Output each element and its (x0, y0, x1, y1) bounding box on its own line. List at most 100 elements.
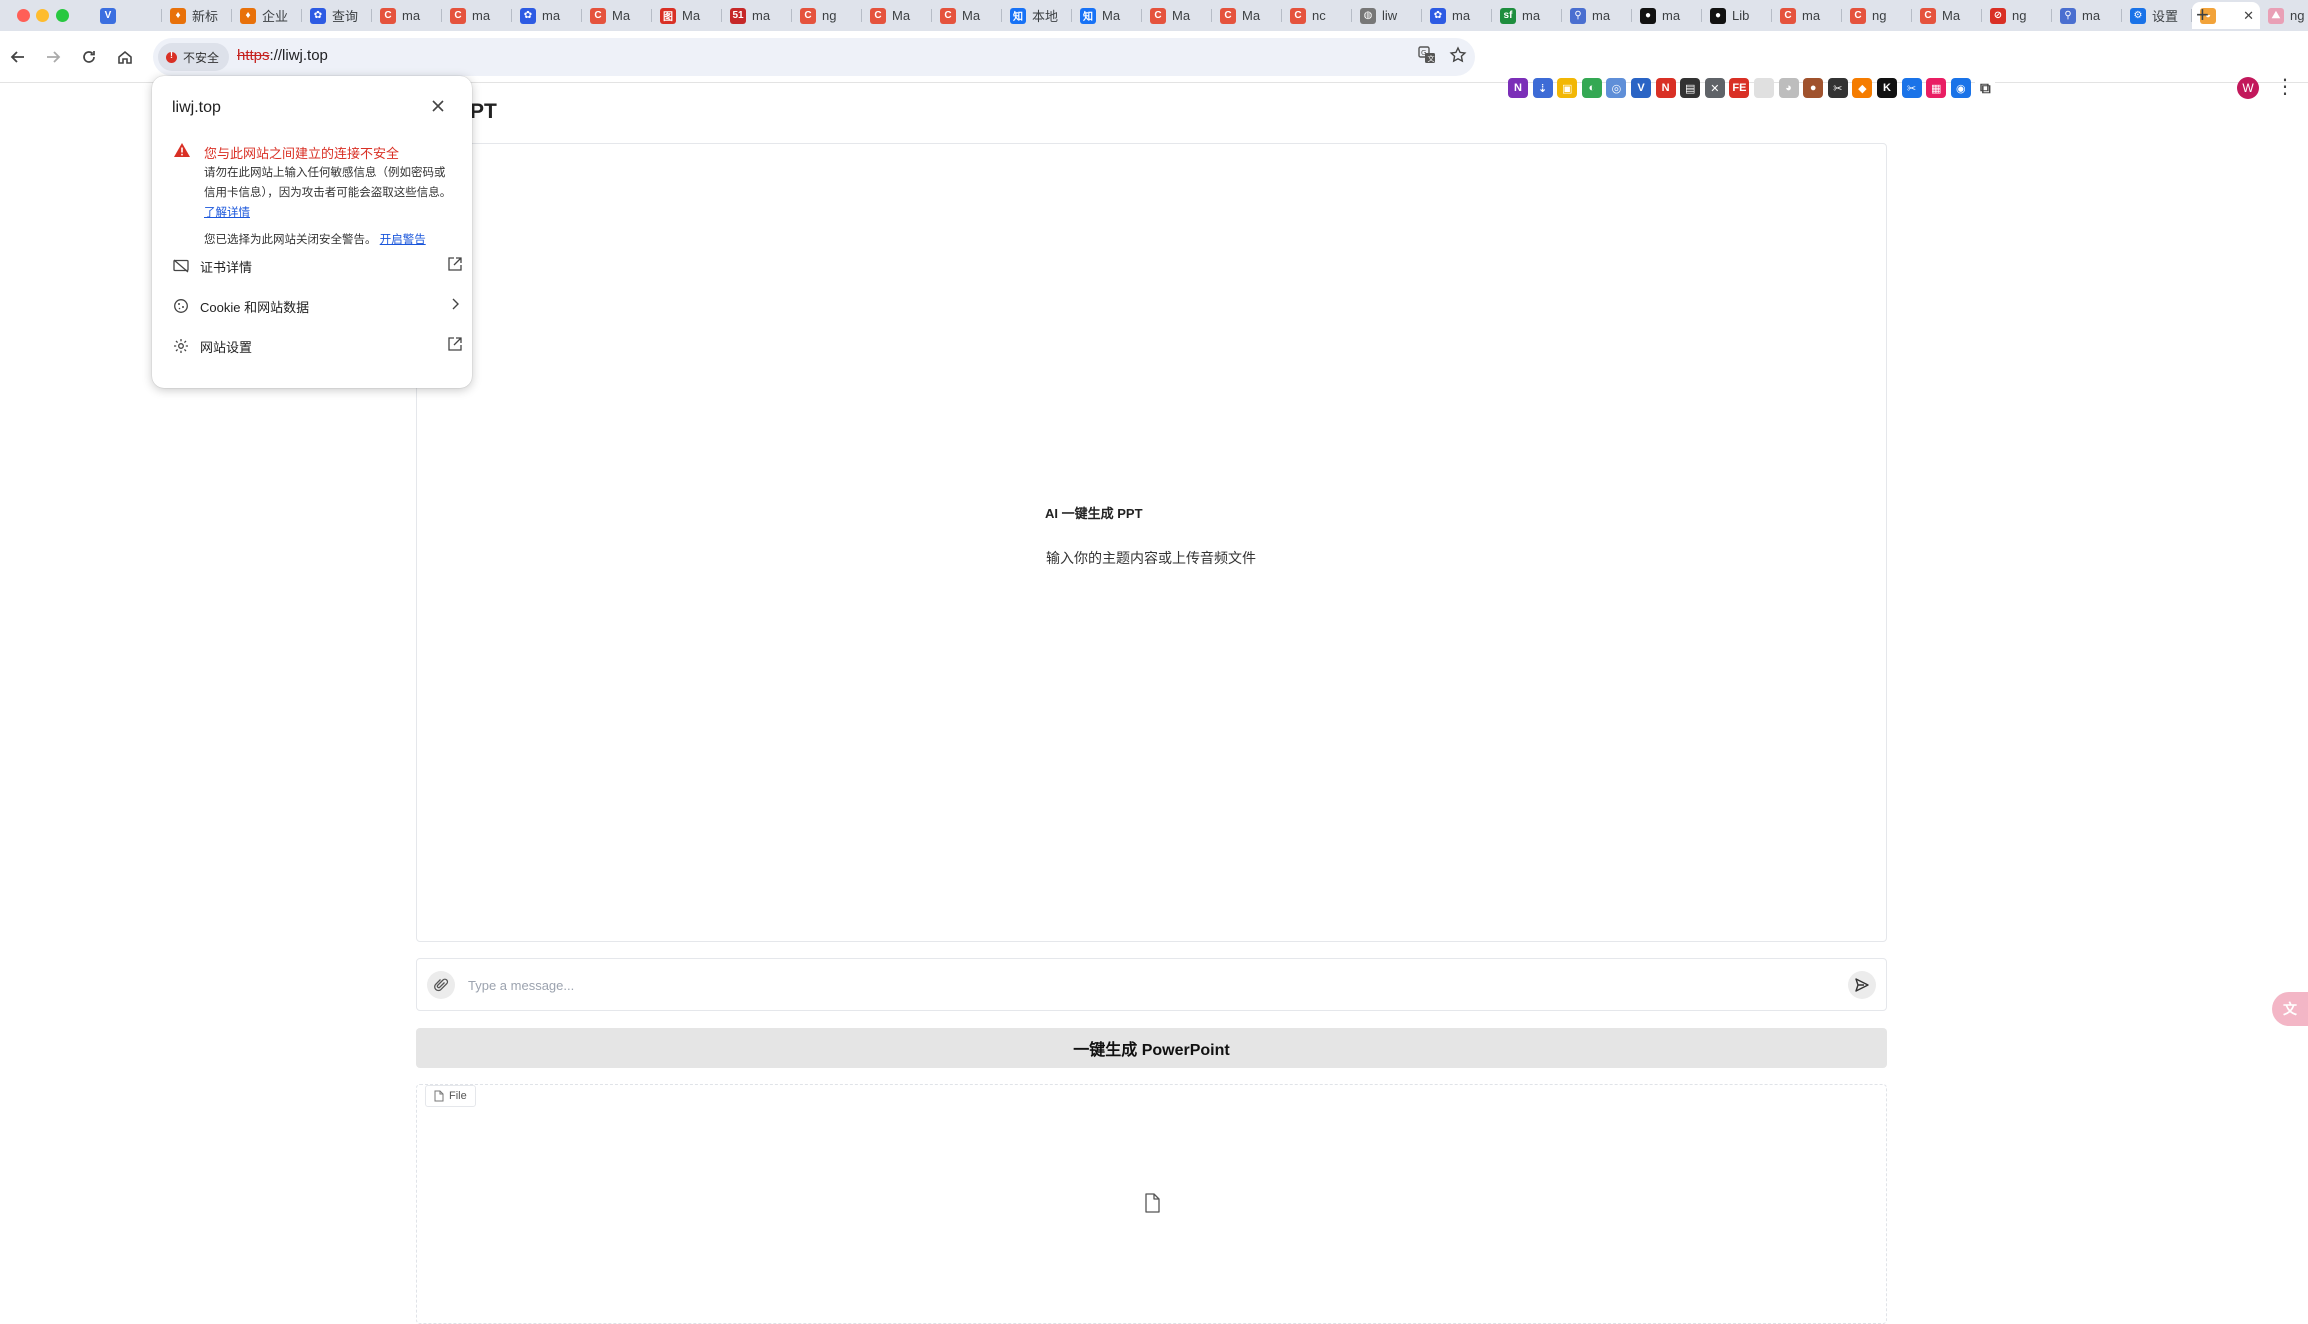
k-ext-icon[interactable]: K (1877, 78, 1897, 98)
send-button[interactable] (1848, 971, 1876, 999)
browser-tab[interactable]: Cma (442, 2, 512, 29)
browser-tab[interactable]: C Ma (582, 2, 652, 29)
file-upload-area[interactable]: File (416, 1084, 1887, 1324)
scissors-ext-icon[interactable]: ✂ (1827, 78, 1848, 98)
bookmark-star-icon[interactable] (1449, 46, 1467, 69)
color-ext-icon[interactable]: ◆ (1852, 78, 1873, 98)
browser-tab[interactable]: C Ma (1912, 2, 1982, 29)
url-text[interactable]: https://liwj.top (237, 47, 328, 64)
browser-tab[interactable]: ✿ 查询 (302, 2, 372, 29)
chatbot-panel (416, 143, 1887, 942)
tab-favicon-icon: V (100, 7, 116, 24)
x-ext-icon[interactable]: ✕ (1704, 78, 1725, 98)
browser-tab[interactable]: Cng (1842, 2, 1912, 29)
circle-ext-icon[interactable]: ◎ (1606, 78, 1627, 98)
extension-download-icon[interactable]: ⇣ (1532, 78, 1553, 98)
blank-ext-icon[interactable] (1754, 78, 1774, 98)
browser-tab[interactable]: ✿ ma (1422, 2, 1492, 29)
certificate-details-item[interactable]: 证书详情 (172, 252, 462, 280)
browser-tab[interactable]: ♦ 企业 (232, 2, 302, 29)
new-badge-ext-icon[interactable]: N (1655, 78, 1676, 98)
fe-ext-icon[interactable]: FE (1729, 78, 1750, 98)
warning-note-text: 您已选择为此网站关闭安全警告。 (204, 234, 377, 246)
window-minimize-button[interactable] (36, 9, 49, 22)
panda-ext-icon[interactable]: ◕ (1778, 78, 1799, 98)
new-tab-button[interactable]: + (2196, 3, 2209, 27)
message-bar (416, 958, 1887, 1011)
cookie-icon (172, 297, 190, 315)
address-bar[interactable]: 不安全 https://liwj.top G文 (153, 38, 1475, 76)
certificate-details-label: 证书详情 (200, 259, 253, 275)
onenote-icon[interactable]: N (1508, 78, 1528, 98)
tab-favicon-icon: ♦ (240, 7, 256, 24)
tab-favicon-icon: ♦ (170, 7, 186, 24)
tab-favicon-icon: 图 (660, 7, 676, 24)
browser-tab[interactable]: sf ma (1492, 2, 1562, 29)
browser-tab[interactable]: Cma (1772, 2, 1842, 29)
browser-tab[interactable]: ⊘ ng (1982, 2, 2052, 29)
browser-tab[interactable]: ⚲ ma (2052, 2, 2122, 29)
browser-tab[interactable]: 图 Ma (652, 2, 722, 29)
cookies-site-data-item[interactable]: Cookie 和网站数据 (172, 292, 462, 320)
home-button[interactable] (112, 44, 138, 70)
blue-ext-icon[interactable]: ◉ (1950, 78, 1971, 98)
reload-button[interactable] (76, 44, 102, 70)
tab-title: Ma (682, 8, 701, 23)
browser-tab[interactable]: V (92, 2, 162, 29)
cookie-ext-icon[interactable]: ● (1803, 78, 1824, 98)
profile-avatar[interactable]: W (2237, 77, 2259, 99)
browser-tab[interactable]: C Ma (1142, 2, 1212, 29)
forward-button[interactable] (40, 44, 66, 70)
browser-tab[interactable]: 知本地 (1002, 2, 1072, 29)
tab-title: ma (472, 8, 491, 23)
file-label-chip: File (425, 1085, 476, 1107)
browser-tab[interactable]: 知 Ma (1072, 2, 1142, 29)
enable-warnings-link[interactable]: 开启警告 (380, 234, 426, 246)
browser-tab[interactable]: ● ma (1632, 2, 1702, 29)
browser-tab[interactable]: ⚙ 设置 (2122, 2, 2192, 29)
vue-ext-icon[interactable]: V (1631, 78, 1651, 98)
notes-icon[interactable]: ▣ (1557, 78, 1578, 98)
svg-text:G: G (1421, 49, 1426, 57)
translate-icon[interactable]: G文 (1418, 46, 1436, 69)
tab-favicon-icon: ⛰ (2268, 7, 2284, 24)
chrome-ext-icon[interactable]: ◐ (1581, 78, 1602, 98)
tab-ext-icon[interactable]: ▤ (1680, 78, 1701, 98)
warning-title: 您与此网站之间建立的连接不安全 (204, 146, 400, 161)
browser-tab[interactable]: Cng (792, 2, 862, 29)
browser-tab[interactable]: C Ma (862, 2, 932, 29)
browser-tab[interactable]: ⛰ ng (2260, 2, 2308, 29)
tab-title: ng (2012, 8, 2027, 23)
browser-tab[interactable]: ✿ ma (512, 2, 582, 29)
puzzle-icon[interactable]: ⧉ (1975, 78, 1996, 98)
browser-tab[interactable]: ♦ 新标 (162, 2, 232, 29)
reload-icon (83, 51, 95, 63)
window-close-button[interactable] (17, 9, 30, 22)
browser-tab[interactable]: Cma (372, 2, 442, 29)
window-maximize-button[interactable] (56, 9, 69, 22)
browser-tab[interactable]: 51 ma (722, 2, 792, 29)
cut-ext-icon[interactable]: ✂ (1901, 78, 1922, 98)
tab-favicon-icon: 知 (1080, 7, 1096, 24)
message-input[interactable] (468, 972, 1818, 998)
browser-tab[interactable]: ● Lib (1702, 2, 1772, 29)
browser-tab[interactable]: ⚲ ma (1562, 2, 1632, 29)
translate-float-button[interactable]: 文 (2272, 992, 2308, 1026)
browser-menu-icon[interactable]: ⋮ (2275, 74, 2295, 99)
browser-tab[interactable]: C Ma (1212, 2, 1282, 29)
pink-ext-icon[interactable]: ▦ (1926, 78, 1947, 98)
browser-tab[interactable]: ◍ liw (1352, 2, 1422, 29)
send-icon (1855, 978, 1869, 992)
popup-close-button[interactable] (432, 96, 444, 117)
attach-button[interactable] (427, 971, 455, 999)
learn-more-link[interactable]: 了解详情 (204, 207, 250, 219)
tab-favicon-icon: ✿ (520, 7, 536, 24)
back-button[interactable] (5, 44, 31, 70)
browser-tab[interactable]: C Ma (932, 2, 1002, 29)
generate-powerpoint-button[interactable]: 一键生成 PowerPoint (416, 1028, 1887, 1068)
tab-close-icon[interactable]: ✕ (2243, 8, 2254, 24)
browser-tab[interactable]: Cnc (1282, 2, 1352, 29)
site-settings-item[interactable]: 网站设置 (172, 332, 462, 360)
cookies-site-data-label: Cookie 和网站数据 (200, 299, 310, 315)
security-chip[interactable]: 不安全 (158, 43, 230, 71)
